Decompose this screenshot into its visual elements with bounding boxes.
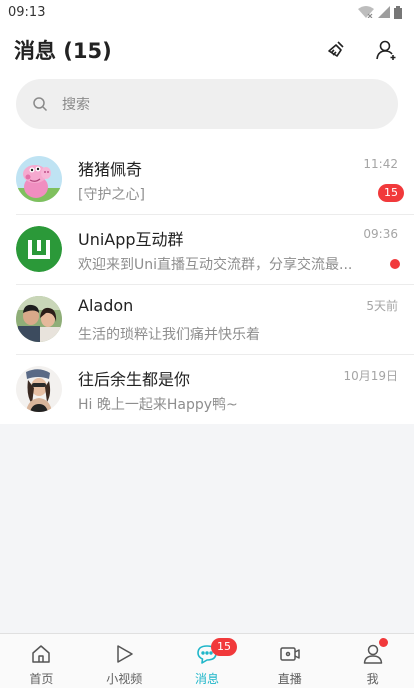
wifi-icon: [358, 6, 374, 18]
conversation-item[interactable]: 猪猪佩奇 [守护之心] 11:42 15: [0, 144, 414, 214]
conversation-name: UniApp互动群: [78, 230, 184, 249]
search-input[interactable]: 搜索: [16, 79, 398, 129]
tab-label: 消息: [194, 672, 219, 686]
tab-notification-dot: [378, 638, 388, 647]
tab-label: 小视频: [106, 672, 143, 686]
conversation-time: 09:36: [363, 227, 398, 241]
conversation-name: 猪猪佩奇: [78, 160, 143, 179]
conversation-preview: 欢迎来到Uni直播互动交流群，分享交流最...: [78, 257, 353, 273]
tab-short-video[interactable]: 小视频: [83, 634, 166, 688]
conversation-preview: Hi 晚上一起来Happy鸭~: [78, 397, 238, 413]
page-title: 消息 (15): [14, 39, 112, 63]
conversation-list: 猪猪佩奇 [守护之心] 11:42 15 UniApp互动群 欢迎来到Uni直播…: [0, 144, 414, 424]
tab-label: 我: [366, 672, 379, 686]
conversation-item[interactable]: UniApp互动群 欢迎来到Uni直播互动交流群，分享交流最... 09:36: [0, 214, 414, 284]
status-time: 09:13: [8, 4, 46, 20]
tab-messages[interactable]: 消息 15: [166, 634, 249, 688]
broom-icon[interactable]: [324, 38, 348, 62]
bottom-tab-bar: 首页 小视频 消息 15 直播 我: [0, 633, 414, 688]
conversation-preview: 生活的琐粹让我们痛并快乐着: [78, 327, 260, 343]
home-icon: [29, 642, 53, 666]
conversation-item[interactable]: Aladon 生活的琐粹让我们痛并快乐着 5天前: [0, 284, 414, 354]
tab-me[interactable]: 我: [331, 634, 414, 688]
peppa-pig-avatar: [16, 156, 62, 202]
tab-home[interactable]: 首页: [0, 634, 83, 688]
status-bar: 09:13: [0, 0, 414, 24]
search-placeholder: 搜索: [62, 97, 90, 113]
conversation-preview: [守护之心]: [78, 187, 145, 203]
conversation-time: 10月19日: [343, 369, 398, 383]
conversation-item[interactable]: 往后余生都是你 Hi 晚上一起来Happy鸭~ 10月19日: [0, 354, 414, 424]
unread-dot: [390, 259, 400, 269]
status-icons: [358, 5, 402, 19]
tab-label: 直播: [277, 672, 302, 686]
live-camera-icon: [278, 642, 302, 666]
tab-live[interactable]: 直播: [248, 634, 331, 688]
girl-photo-avatar: [16, 366, 62, 412]
search-area: 搜索: [0, 76, 414, 144]
header-actions: [324, 38, 400, 62]
play-icon: [112, 642, 136, 666]
unread-badge: 15: [378, 184, 404, 202]
couple-photo-avatar: [16, 296, 62, 342]
conversation-time: 11:42: [363, 157, 398, 171]
signal-icon: [378, 6, 390, 18]
add-friend-icon[interactable]: [374, 38, 398, 62]
search-icon: [33, 97, 48, 112]
conversation-name: Aladon: [78, 296, 134, 315]
tab-badge: 15: [210, 638, 237, 656]
conversation-time: 5天前: [366, 299, 398, 313]
header: 消息 (15): [0, 24, 414, 76]
conversation-name: 往后余生都是你: [78, 370, 191, 389]
uniapp-logo-avatar: [16, 226, 62, 272]
tab-label: 首页: [29, 672, 54, 686]
battery-icon: [394, 5, 402, 19]
